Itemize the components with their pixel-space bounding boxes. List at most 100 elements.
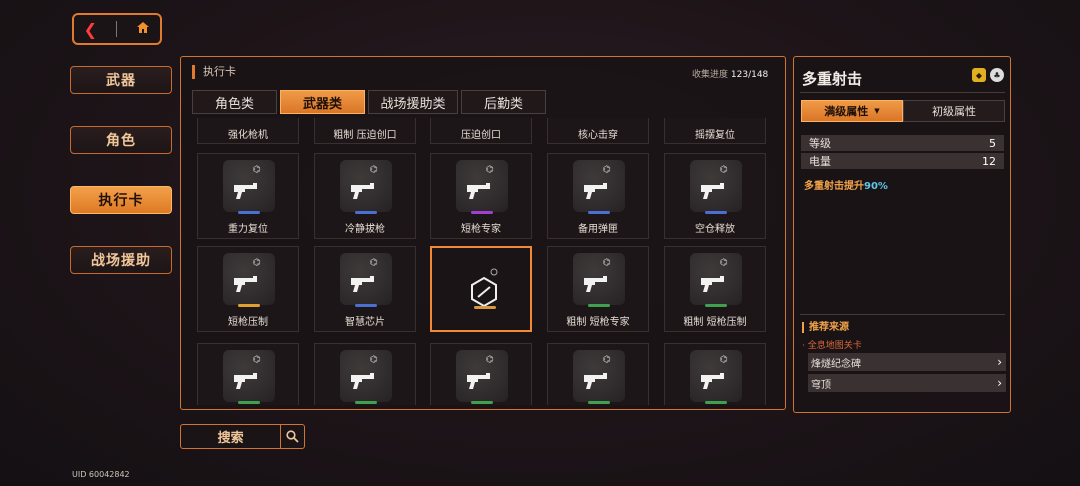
card-icon-frame: ⌬ [223,160,275,212]
pistol-icon [700,372,730,390]
card-item[interactable]: ⌬ 粗制 短枪专家 [547,246,649,332]
search-icon[interactable] [280,425,304,448]
panel-title: 执行卡 [192,65,236,79]
card-icon-frame: ⌬ [690,160,742,212]
pistol-icon [233,182,263,200]
card-item[interactable]: ⌬ 短枪专家 [430,153,532,239]
card-name: 空仓释放 [695,224,735,235]
pistol-icon [583,182,613,200]
home-icon[interactable] [136,21,150,38]
card-item[interactable]: ⌬ 智慧芯片 [314,246,416,332]
rarity-bar [238,211,260,214]
card-item[interactable]: ⌬ 冷静拔枪 [314,153,416,239]
search-box[interactable]: 搜索 [180,424,305,449]
rarity-bar [705,211,727,214]
card-name: 重力复位 [228,224,268,235]
collection-progress: 收集进度 123/148 [692,67,768,80]
modifier-icon: ⌬ [603,355,611,365]
card-name: 备用弹匣 [578,224,618,235]
card-item[interactable]: ⌬ 重力复位 [197,153,299,239]
top-nav: ❮ [72,13,162,45]
recommend-subtitle: · 全息地图关卡 [802,341,862,351]
progress-label: 收集进度 [692,70,729,80]
card-icon-frame: ⌬ [456,160,508,212]
menu-battlefield-support[interactable]: 战场援助 [70,246,172,274]
card-item[interactable]: ⌬ [197,343,299,405]
modifier-icon: ⌬ [720,165,728,175]
card-icon-frame: ⌬ [573,350,625,402]
card-item[interactable]: ⌬ [314,343,416,405]
back-arrow-icon[interactable]: ❮ [84,20,97,39]
recommend-source-item[interactable]: 烽燧纪念碑 › [808,353,1006,371]
tab-weapon[interactable]: 武器类 [280,90,365,114]
rarity-bar [588,211,610,214]
menu-label: 武器 [106,73,136,89]
pistol-icon [233,372,263,390]
modifier-icon: ⌬ [603,258,611,268]
card-item[interactable]: 核心击穿 [547,118,649,144]
modifier-icon: ⌬ [720,355,728,365]
card-title: 多重射击 [802,70,863,88]
rarity-bar [588,401,610,404]
card-name: 强化枪机 [228,130,268,141]
menu-weapons[interactable]: 武器 [70,66,172,94]
effect-text: 多重射击提升 [804,181,864,192]
rarity-bar [705,401,727,404]
menu-label: 战场援助 [91,253,151,269]
stat-row-level: 等级 5 [801,135,1004,151]
card-item[interactable]: ⌬ 备用弹匣 [547,153,649,239]
rarity-bar [355,401,377,404]
pistol-icon [233,275,263,293]
menu-characters[interactable]: 角色 [70,126,172,154]
pistol-icon [350,275,380,293]
card-name: 粗制 压迫创口 [333,130,397,141]
rarity-bar [238,304,260,307]
card-name: 智慧芯片 [345,317,385,328]
rarity-bar [474,306,496,309]
rarity-bar [471,211,493,214]
recommend-source-item[interactable]: 穹顶 › [808,374,1006,392]
dropdown-caret-icon: ▼ [874,107,880,115]
source-label: 烽燧纪念碑 [811,358,861,370]
card-item[interactable]: ⌬ [664,343,766,405]
card-icon-frame: ⌬ [340,253,392,305]
tab-battlefield-support[interactable]: 战场援助类 [368,90,458,114]
card-name: 粗制 短枪专家 [566,317,630,328]
card-item-selected[interactable] [430,246,532,332]
card-item[interactable]: 粗制 压迫创口 [314,118,416,144]
card-item[interactable]: 压迫创口 [430,118,532,144]
tab-character[interactable]: 角色类 [192,90,277,114]
tab-base-attributes[interactable]: 初级属性 [903,100,1005,122]
stat-value: 12 [982,154,996,168]
tab-logistics[interactable]: 后勤类 [461,90,546,114]
pistol-icon [350,372,380,390]
category-tabs: 角色类 武器类 战场援助类 后勤类 [192,90,546,114]
pistol-icon [700,182,730,200]
stat-value: 5 [989,136,996,150]
card-item[interactable]: ⌬ 短枪压制 [197,246,299,332]
attribute-tabs: 满级属性 ▼ 初级属性 [801,100,1005,122]
card-icon-frame: ⌬ [690,350,742,402]
card-item[interactable]: 摇摆复位 [664,118,766,144]
modifier-icon: ⌬ [370,355,378,365]
stat-label: 等级 [809,137,831,150]
modifier-icon: ⌬ [253,165,261,175]
effect-value: 90% [864,181,888,192]
tree-badge-icon: ♣ [990,68,1004,82]
card-item[interactable]: ⌬ 空仓释放 [664,153,766,239]
search-label: 搜索 [217,431,244,446]
rarity-bar [355,211,377,214]
card-item[interactable]: ⌬ [547,343,649,405]
card-name: 摇摆复位 [695,130,735,141]
divider [800,92,1005,93]
tab-label: 满级属性 [824,105,869,118]
menu-execution-cards[interactable]: 执行卡 [70,186,172,214]
tab-max-level-attributes[interactable]: 满级属性 ▼ [801,100,903,122]
card-item[interactable]: ⌬ 粗制 短枪压制 [664,246,766,332]
card-item[interactable]: ⌬ [430,343,532,405]
progress-value: 123/148 [730,70,769,80]
rarity-bar [471,401,493,404]
card-icon-frame: ⌬ [573,160,625,212]
card-item[interactable]: 强化枪机 [197,118,299,144]
recommend-title: 推荐来源 [802,322,849,333]
